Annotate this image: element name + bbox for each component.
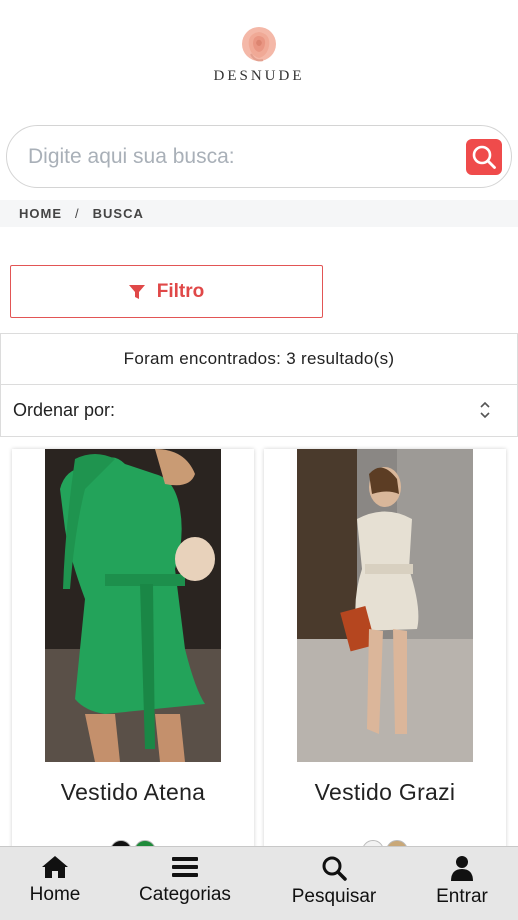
rose-logo-icon[interactable] [239, 24, 279, 66]
site-header: DESNUDE [0, 0, 518, 118]
filter-button[interactable]: Filtro [10, 265, 323, 318]
product-card[interactable]: Vestido Atena [12, 449, 254, 869]
sort-chevron-icon [480, 401, 490, 419]
sort-select[interactable]: Ordenar por: [0, 384, 518, 437]
search-button[interactable] [466, 139, 502, 175]
nav-home[interactable]: Home [24, 847, 86, 920]
product-card[interactable]: Vestido Grazi [264, 449, 506, 869]
user-icon [451, 856, 473, 881]
menu-icon [172, 857, 198, 877]
search-bar [6, 125, 512, 188]
nav-categories-label: Categorias [139, 884, 231, 905]
breadcrumb-separator: / [75, 206, 80, 221]
nav-search[interactable]: Pesquisar [286, 847, 382, 920]
nav-login-label: Entrar [436, 886, 488, 907]
sort-label: Ordenar por: [13, 400, 116, 420]
filter-label: Filtro [156, 280, 205, 302]
breadcrumb-home[interactable]: HOME [19, 206, 62, 221]
results-count: Foram encontrados: 3 resultado(s) [0, 333, 518, 385]
product-name[interactable]: Vestido Grazi [264, 779, 506, 806]
bottom-nav: Home Categorias Pesquisar Entrar [0, 846, 518, 920]
search-icon [322, 856, 347, 881]
nav-login[interactable]: Entrar [430, 847, 494, 920]
product-image[interactable] [45, 449, 221, 762]
product-image[interactable] [297, 449, 473, 762]
breadcrumb: HOME / BUSCA [0, 200, 518, 227]
funnel-icon [128, 284, 145, 299]
search-input[interactable] [28, 144, 448, 169]
brand-name: DESNUDE [213, 68, 305, 84]
nav-categories[interactable]: Categorias [134, 847, 236, 920]
home-icon [42, 856, 68, 878]
search-icon [472, 145, 496, 169]
breadcrumb-current: BUSCA [92, 206, 144, 221]
nav-home-label: Home [29, 884, 81, 905]
product-name[interactable]: Vestido Atena [12, 779, 254, 806]
nav-search-label: Pesquisar [291, 886, 377, 907]
